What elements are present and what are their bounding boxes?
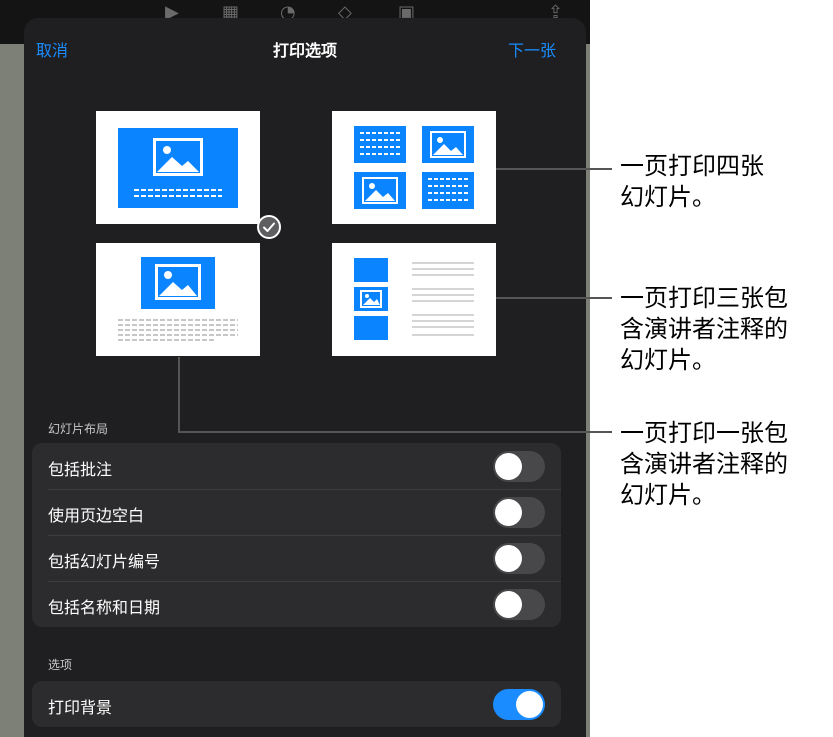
three-slides-notes-preview-icon (354, 258, 474, 340)
row-label: 打印背景 (48, 698, 113, 717)
callout-four-slides: 一页打印四张 幻灯片。 (620, 151, 830, 213)
include-slide-numbers-toggle[interactable] (493, 543, 545, 574)
options-section-header: 选项 (48, 658, 73, 672)
callout-text-line: 一页打印三张包 (620, 284, 788, 312)
use-margins-toggle[interactable] (493, 497, 545, 528)
callout-line-four (496, 168, 612, 170)
options-group: 打印背景 (32, 681, 561, 727)
row-label: 包括幻灯片编号 (48, 552, 161, 571)
selected-check-icon (257, 215, 281, 239)
sheet-title: 打印选项 (272, 41, 337, 60)
print-options-sheet: 取消 打印选项 下一张 幻灯片布局 包括批注 使用页边空白 包括幻灯片编号 包括… (24, 18, 586, 737)
one-slide-notes-preview-icon (118, 257, 238, 341)
row-include-slide-numbers[interactable]: 包括幻灯片编号 (32, 535, 561, 581)
callout-text-line: 一页打印四张 (620, 152, 764, 180)
toggle-knob (495, 591, 522, 618)
background-screen: ▶ ▦ ◔ ◇ ▣ ⇪ 取消 打印选项 下一张 幻灯片布局 包括批注 使用页边空… (0, 0, 590, 737)
layout-three-slides-with-notes[interactable] (332, 243, 496, 356)
callout-line-one-notes (178, 431, 612, 433)
include-comments-toggle[interactable] (493, 451, 545, 482)
four-slides-preview-icon (354, 126, 474, 209)
row-label: 包括名称和日期 (48, 598, 161, 617)
slide-layout-group: 包括批注 使用页边空白 包括幻灯片编号 包括名称和日期 (32, 443, 561, 627)
layout-four-slides[interactable] (332, 111, 496, 224)
row-include-comments[interactable]: 包括批注 (32, 443, 561, 489)
toggle-knob (495, 545, 522, 572)
sheet-header: 取消 打印选项 下一张 (24, 18, 586, 74)
slide-layout-section-header: 幻灯片布局 (48, 422, 109, 436)
callout-text-line: 一页打印一张包 (620, 419, 788, 447)
callout-line-one-notes-vertical (178, 357, 180, 433)
layout-one-slide[interactable] (96, 111, 260, 224)
callout-text-line: 含演讲者注释的 (620, 450, 788, 478)
row-label: 包括批注 (48, 460, 113, 479)
toggle-knob (516, 691, 543, 718)
row-include-name-and-date[interactable]: 包括名称和日期 (32, 581, 561, 627)
include-name-and-date-toggle[interactable] (493, 589, 545, 620)
callout-text-line: 幻灯片。 (620, 346, 716, 374)
one-slide-preview-icon (118, 128, 238, 208)
callout-line-three-notes (496, 297, 612, 299)
callout-three-slides-notes: 一页打印三张包 含演讲者注释的 幻灯片。 (620, 283, 830, 376)
callout-one-slide-notes: 一页打印一张包 含演讲者注释的 幻灯片。 (620, 418, 830, 511)
print-background-toggle[interactable] (493, 689, 545, 720)
row-use-margins[interactable]: 使用页边空白 (32, 489, 561, 535)
callout-text-line: 幻灯片。 (620, 481, 716, 509)
row-print-background[interactable]: 打印背景 (32, 681, 561, 727)
toggle-knob (495, 499, 522, 526)
layout-one-slide-with-notes[interactable] (96, 243, 260, 356)
toggle-knob (495, 453, 522, 480)
next-button[interactable]: 下一张 (508, 37, 556, 61)
callout-text-line: 幻灯片。 (620, 183, 716, 211)
row-label: 使用页边空白 (48, 506, 145, 525)
callout-text-line: 含演讲者注释的 (620, 315, 788, 343)
